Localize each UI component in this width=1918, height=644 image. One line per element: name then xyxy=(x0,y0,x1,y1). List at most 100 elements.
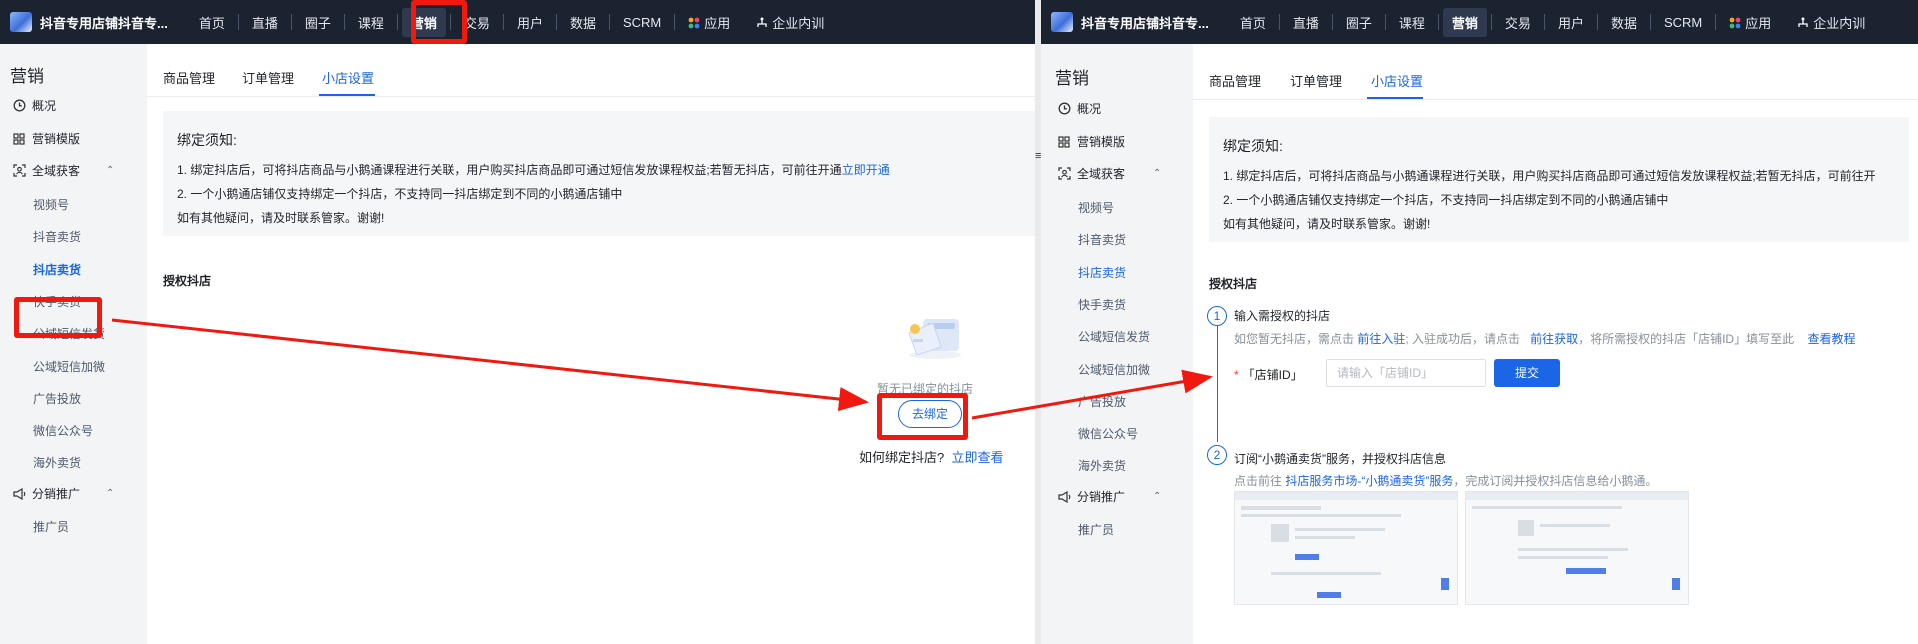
sidebar-label: 营销模版 xyxy=(1077,135,1126,149)
nav-apps[interactable]: 应用 xyxy=(1720,8,1780,37)
sidebar-sub-item[interactable]: 视频号 xyxy=(1078,199,1114,216)
nav-trade[interactable]: 交易 xyxy=(1496,8,1540,37)
sidebar-item-acquisition[interactable]: 全域获客 xyxy=(1057,165,1125,182)
screenshot-block xyxy=(1241,506,1321,510)
nav-data[interactable]: 数据 xyxy=(561,8,605,37)
nav-course[interactable]: 课程 xyxy=(349,8,393,37)
screenshot-block xyxy=(1295,536,1355,539)
screenshot-block xyxy=(1271,572,1381,575)
sidebar-sub-item[interactable]: 推广员 xyxy=(33,518,69,535)
screenshot-block xyxy=(1518,556,1608,559)
view-tutorial-link[interactable]: 查看教程 xyxy=(1807,332,1855,346)
sidebar-sub-item[interactable]: 海外卖货 xyxy=(33,454,81,471)
sidebar-item-overview[interactable]: 概况 xyxy=(12,97,56,114)
notice-line-1: 1. 绑定抖店后，可将抖店商品与小鹅通课程进行关联，用户购买抖店商品即可通过短信… xyxy=(1223,169,1876,183)
tab-products[interactable]: 商品管理 xyxy=(163,68,215,87)
sidebar-sub-item[interactable]: 抖音卖货 xyxy=(33,228,81,245)
tab-orders[interactable]: 订单管理 xyxy=(242,68,294,87)
nav-live[interactable]: 直播 xyxy=(1284,8,1328,37)
step-1-title: 输入需授权的抖店 xyxy=(1234,309,1331,323)
tab-shop-settings[interactable]: 小店设置 xyxy=(322,68,374,87)
sidebar-sub-item[interactable]: 微信公众号 xyxy=(33,422,93,439)
go-get-link[interactable]: 前往获取 xyxy=(1530,332,1578,346)
sidebar-item-templates[interactable]: 营销模版 xyxy=(1057,133,1125,150)
sidebar-item-distribution[interactable]: 分销推广 xyxy=(1057,488,1125,505)
nav-users[interactable]: 用户 xyxy=(508,8,552,37)
screenshot-button xyxy=(1317,592,1341,598)
nav-marketing[interactable]: 营销 xyxy=(1442,7,1487,37)
nav-training-label: 企业内训 xyxy=(772,15,825,31)
nav-divider xyxy=(1715,14,1717,30)
nav-live[interactable]: 直播 xyxy=(243,8,287,37)
douyin-service-market-link[interactable]: 抖店服务市场-“小鹅通卖货”服务 xyxy=(1285,474,1453,488)
nav-circle[interactable]: 圈子 xyxy=(296,8,340,37)
tutorial-screenshot[interactable] xyxy=(1234,491,1458,605)
step-text: ; 入驻成功后，请点击 xyxy=(1405,332,1521,346)
nav-home[interactable]: 首页 xyxy=(1231,8,1275,37)
sidebar-sub-item[interactable]: 快手卖货 xyxy=(1078,296,1126,313)
step-connector xyxy=(1217,326,1218,442)
tab-bar: 商品管理 订单管理 小店设置 xyxy=(147,44,1035,97)
highlight-box-bind-button xyxy=(877,393,968,440)
chevron-up-icon[interactable]: ⌃ xyxy=(1153,491,1161,502)
binding-notice: 绑定须知: 1. 绑定抖店后，可将抖店商品与小鹅通课程进行关联，用户购买抖店商品… xyxy=(1209,117,1909,242)
logo[interactable]: 抖音专用店铺抖音专... xyxy=(1051,12,1209,32)
nav-divider xyxy=(502,14,504,30)
nav-divider xyxy=(555,14,557,30)
submit-button[interactable]: 提交 xyxy=(1494,359,1560,387)
shop-id-input[interactable] xyxy=(1326,359,1486,387)
sidebar-sub-item[interactable]: 抖音卖货 xyxy=(1078,231,1126,248)
nav-home[interactable]: 首页 xyxy=(190,8,234,37)
step-2-badge: 2 xyxy=(1207,445,1227,465)
tab-products[interactable]: 商品管理 xyxy=(1209,71,1261,90)
sidebar-sub-item-active[interactable]: 抖店卖货 xyxy=(1078,264,1126,281)
nav-divider xyxy=(343,14,345,30)
section-title: 授权抖店 xyxy=(163,274,212,288)
sidebar-item-distribution[interactable]: 分销推广 xyxy=(12,485,80,502)
tab-shop-settings[interactable]: 小店设置 xyxy=(1371,71,1423,90)
sidebar-sub-item[interactable]: 微信公众号 xyxy=(1078,425,1138,442)
chevron-up-icon[interactable]: ⌃ xyxy=(106,165,114,176)
nav-apps-label: 应用 xyxy=(1745,15,1772,31)
nav-divider xyxy=(237,14,239,30)
nav-circle[interactable]: 圈子 xyxy=(1337,8,1381,37)
chevron-up-icon[interactable]: ⌃ xyxy=(106,488,114,499)
view-now-link[interactable]: 立即查看 xyxy=(951,450,1003,465)
nav-divider xyxy=(1437,14,1439,30)
nav-divider xyxy=(1278,14,1280,30)
nav-users[interactable]: 用户 xyxy=(1549,8,1593,37)
nav-apps[interactable]: 应用 xyxy=(679,8,739,37)
sidebar-item-acquisition[interactable]: 全域获客 xyxy=(12,162,80,179)
tab-orders[interactable]: 订单管理 xyxy=(1290,71,1342,90)
step-1-description: 如您暂无抖店，需点击 前往入驻; 入驻成功后，请点击 前往获取，将所需授权的抖店… xyxy=(1234,330,1855,347)
binding-notice: 绑定须知: 1. 绑定抖店后，可将抖店商品与小鹅通课程进行关联，用户购买抖店商品… xyxy=(163,111,1035,236)
go-settle-link[interactable]: 前往入驻 xyxy=(1357,332,1405,346)
logo[interactable]: 抖音专用店铺抖音专... xyxy=(10,12,168,32)
sidebar-item-templates[interactable]: 营销模版 xyxy=(12,130,80,147)
tutorial-screenshot[interactable] xyxy=(1465,491,1689,605)
notice-line-1: 1. 绑定抖店后，可将抖店商品与小鹅通课程进行关联，用户购买抖店商品即可通过短信… xyxy=(177,161,890,178)
nav-divider xyxy=(1596,14,1598,30)
nav-divider xyxy=(674,14,676,30)
sidebar-sub-item[interactable]: 海外卖货 xyxy=(1078,457,1126,474)
nav-scrm[interactable]: SCRM xyxy=(1655,10,1711,35)
nav-course[interactable]: 课程 xyxy=(1390,8,1434,37)
open-shop-link[interactable]: 立即开通 xyxy=(842,163,890,177)
sidebar-sub-item[interactable]: 公域短信发货 xyxy=(1078,328,1150,345)
sidebar-sub-item-active[interactable]: 抖店卖货 xyxy=(33,261,81,278)
nav-data[interactable]: 数据 xyxy=(1602,8,1646,37)
nav-divider xyxy=(1490,14,1492,30)
nav-scrm[interactable]: SCRM xyxy=(614,10,670,35)
sidebar-sub-item[interactable]: 广告投放 xyxy=(1078,393,1126,410)
megaphone-icon xyxy=(1057,490,1071,504)
sidebar-sub-item[interactable]: 视频号 xyxy=(33,196,69,213)
nav-training[interactable]: 企业内训 xyxy=(1788,8,1874,37)
sidebar-item-overview[interactable]: 概况 xyxy=(1057,100,1101,117)
screenshot-block xyxy=(1241,514,1401,517)
sidebar-sub-item[interactable]: 公域短信加微 xyxy=(1078,361,1150,378)
sidebar-sub-item[interactable]: 推广员 xyxy=(1078,521,1114,538)
sidebar-sub-item[interactable]: 广告投放 xyxy=(33,390,81,407)
sidebar-sub-item[interactable]: 公域短信加微 xyxy=(33,358,105,375)
chevron-up-icon[interactable]: ⌃ xyxy=(1153,168,1161,179)
nav-training[interactable]: 企业内训 xyxy=(747,8,833,37)
